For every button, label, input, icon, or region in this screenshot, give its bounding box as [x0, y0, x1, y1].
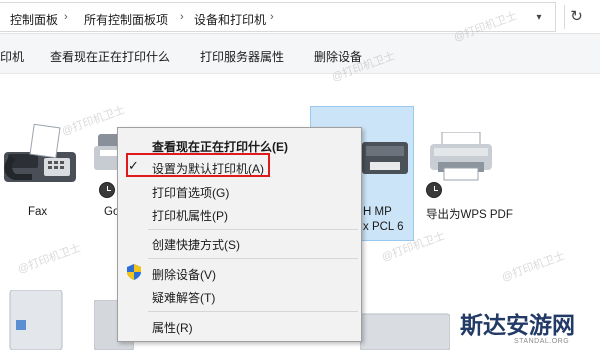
device-label-hp-line1[interactable]: H MP [363, 206, 392, 218]
breadcrumb-separator[interactable]: › [270, 11, 274, 23]
device-icon[interactable] [360, 310, 450, 350]
device-label-hp-line2[interactable]: x PCL 6 [363, 221, 403, 233]
menu-item-properties[interactable]: 属性(R) [152, 319, 193, 336]
breadcrumb-all-items[interactable]: 所有控制面板项 [84, 11, 168, 28]
menu-item-printing-preferences[interactable]: 打印首选项(G) [152, 184, 229, 201]
chevron-down-icon[interactable]: ▾ [532, 11, 546, 25]
menu-item-printer-properties[interactable]: 打印机属性(P) [152, 207, 228, 224]
uac-shield-icon [127, 264, 141, 280]
logo-subtext: STANDAL.ORG [514, 338, 570, 345]
site-logo: 斯达安游网 STANDAL.ORG [460, 306, 590, 348]
logo-text: 斯达安游网 [460, 312, 575, 339]
refresh-icon[interactable]: ↻ [564, 5, 588, 29]
toolbar-add-printer[interactable]: 印机 [0, 48, 24, 65]
computer-tower-icon[interactable] [4, 290, 68, 350]
toolbar-see-whats-printing[interactable]: 查看现在正在打印什么 [50, 48, 170, 65]
breadcrumb-separator[interactable]: › [180, 11, 184, 23]
command-bar: 印机 查看现在正在打印什么 打印服务器属性 删除设备 [0, 34, 600, 74]
clock-badge-icon [99, 182, 115, 198]
context-menu: 查看现在正在打印什么(E) ✓ 设置为默认打印机(A) 打印首选项(G) 打印机… [117, 127, 362, 342]
menu-separator [148, 258, 358, 259]
menu-item-remove-device[interactable]: 删除设备(V) [152, 266, 216, 283]
menu-item-create-shortcut[interactable]: 创建快捷方式(S) [152, 236, 240, 253]
printer-icon[interactable] [428, 132, 494, 182]
device-label-fax[interactable]: Fax [28, 206, 47, 218]
breadcrumb-control-panel[interactable]: 控制面板 [10, 11, 58, 28]
menu-separator [148, 311, 358, 312]
toolbar-print-server-properties[interactable]: 打印服务器属性 [200, 48, 284, 65]
highlight-box [126, 153, 270, 177]
menu-item-troubleshoot[interactable]: 疑难解答(T) [152, 289, 215, 306]
clock-badge-icon [426, 182, 442, 198]
printer-icon[interactable] [362, 138, 408, 180]
breadcrumb-separator[interactable]: › [64, 11, 68, 23]
breadcrumb-devices-printers[interactable]: 设备和打印机 [194, 11, 266, 28]
device-label-wps-pdf[interactable]: 导出为WPS PDF [426, 206, 513, 222]
menu-separator [148, 229, 358, 230]
